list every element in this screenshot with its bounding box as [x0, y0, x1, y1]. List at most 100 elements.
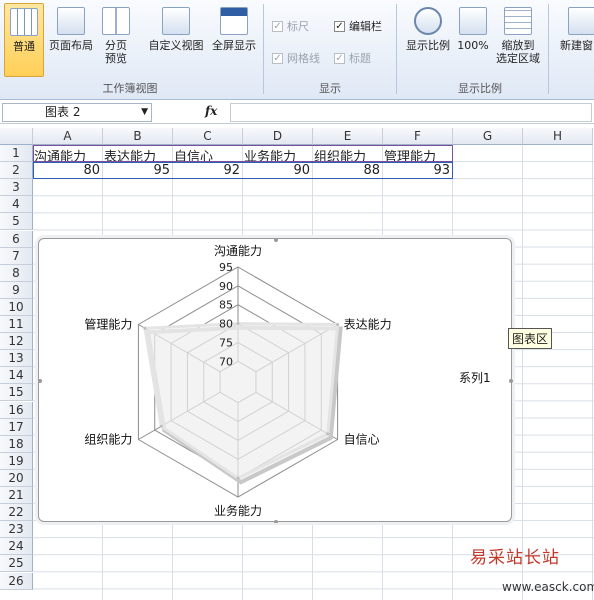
custom-views-icon: [162, 7, 190, 35]
series-point: [336, 323, 340, 326]
row-header[interactable]: 24: [0, 538, 33, 556]
axis-tick-label: 80: [219, 318, 233, 331]
check-icon: ✓: [334, 52, 345, 64]
row-header[interactable]: 21: [0, 487, 33, 505]
watermark-text: 易采站长站: [470, 548, 560, 568]
column-header[interactable]: H: [523, 128, 593, 145]
zoom-button[interactable]: 显示比例: [400, 7, 456, 52]
gridlines-checkbox[interactable]: ✓ 网格线: [272, 50, 320, 66]
ribbon: 普通 页面布局 分页 预览 自定义视图 全屏显示 工作簿视图 ✓ 标尺 ✓ 编辑…: [0, 0, 594, 100]
new-window-button[interactable]: 新建窗口: [552, 7, 594, 52]
fx-icon[interactable]: fx: [205, 104, 217, 118]
category-label: 沟通能力: [214, 244, 262, 258]
headings-checkbox[interactable]: ✓ 标题: [334, 50, 371, 66]
category-label: 自信心: [344, 433, 380, 447]
category-label: 业务能力: [214, 503, 262, 518]
select-all-corner[interactable]: [0, 128, 33, 145]
series-area: [143, 322, 340, 480]
row-header[interactable]: 10: [0, 298, 33, 316]
row-header[interactable]: 13: [0, 350, 33, 368]
axis-tick-label: 85: [219, 299, 233, 312]
row-header[interactable]: 15: [0, 384, 33, 402]
formula-bar: 图表 2 ▼ fx: [0, 102, 594, 124]
resize-handle: [509, 379, 513, 383]
name-box[interactable]: 图表 2 ▼: [2, 103, 152, 122]
zoom-to-selection-button[interactable]: 缩放到 选定区域: [492, 7, 544, 65]
normal-view-button[interactable]: 普通: [4, 3, 44, 77]
series-point: [236, 476, 240, 480]
row-header[interactable]: 11: [0, 316, 33, 334]
resize-handle: [38, 379, 42, 383]
page-layout-button[interactable]: 页面布局: [46, 7, 96, 52]
zoom-group-label: 显示比例: [458, 82, 502, 95]
row-header[interactable]: 17: [0, 418, 33, 436]
axis-tick-label: 90: [219, 280, 233, 293]
ruler-checkbox[interactable]: ✓ 标尺: [272, 18, 309, 34]
column-header[interactable]: D: [243, 128, 313, 145]
row-header[interactable]: 26: [0, 572, 33, 590]
ribbon-separator: [396, 4, 397, 94]
zoom-selection-icon: [504, 7, 532, 35]
zoom-100-button[interactable]: 100%: [455, 7, 491, 52]
chevron-down-icon[interactable]: ▼: [141, 104, 148, 121]
page-layout-icon: [57, 7, 85, 35]
row-header[interactable]: 3: [0, 179, 33, 197]
row-header[interactable]: 14: [0, 367, 33, 385]
workbook-views-group-label: 工作簿视图: [102, 82, 158, 95]
column-header[interactable]: E: [313, 128, 383, 145]
chart-area[interactable]: 70 75 80 85 90 95 沟通能力 表达能力 自信心 业务能力 组织能力 管理能力 系列1: [38, 238, 513, 524]
column-header[interactable]: G: [453, 128, 523, 145]
formula-input[interactable]: [230, 103, 592, 122]
full-screen-icon: [220, 7, 248, 35]
normal-view-icon: [10, 8, 38, 36]
row-header[interactable]: 7: [0, 247, 33, 265]
column-header[interactable]: A: [33, 128, 103, 145]
series-point: [236, 322, 240, 326]
show-group-label: 显示: [319, 82, 341, 95]
column-header[interactable]: C: [173, 128, 243, 145]
page-break-icon: [102, 7, 130, 35]
row-header[interactable]: 19: [0, 452, 33, 470]
category-label: 组织能力: [84, 433, 132, 447]
row-header[interactable]: 25: [0, 555, 33, 573]
series-point: [326, 432, 330, 436]
row-header[interactable]: 22: [0, 504, 33, 522]
values-range-highlight: [33, 162, 453, 180]
row-header[interactable]: 1: [0, 145, 33, 163]
radar-chart: 70 75 80 85 90 95 沟通能力表达能力自信心业务能力 组织能力 管理能力系列1: [38, 238, 513, 524]
ribbon-separator: [548, 4, 549, 94]
chart-area-tooltip: 图表区: [508, 328, 553, 349]
row-header[interactable]: 2: [0, 162, 33, 180]
column-header[interactable]: F: [383, 128, 453, 145]
category-range-highlight: [33, 145, 453, 163]
row-header[interactable]: 8: [0, 264, 33, 282]
column-header[interactable]: B: [103, 128, 173, 145]
magnifier-icon: [414, 7, 442, 35]
series-point: [143, 326, 147, 330]
category-label: 表达能力: [344, 318, 392, 332]
check-icon: ✓: [272, 52, 283, 64]
row-header[interactable]: 5: [0, 213, 33, 231]
page-break-preview-button[interactable]: 分页 预览: [98, 7, 134, 65]
row-header[interactable]: 4: [0, 196, 33, 214]
row-header[interactable]: 20: [0, 469, 33, 487]
formula-bar-checkbox[interactable]: ✓ 编辑栏: [334, 18, 382, 34]
watermark-url: www.easck.com: [502, 580, 594, 594]
row-header[interactable]: 12: [0, 333, 33, 351]
full-screen-button[interactable]: 全屏显示: [208, 7, 260, 52]
axis-tick-label: 75: [219, 336, 233, 349]
row-header[interactable]: 23: [0, 521, 33, 539]
check-icon: ✓: [272, 20, 283, 32]
check-icon: ✓: [334, 20, 345, 32]
row-header[interactable]: 6: [0, 230, 33, 248]
page-100-icon: [459, 7, 487, 35]
row-header[interactable]: 16: [0, 401, 33, 419]
resize-handle: [274, 238, 278, 242]
ribbon-separator: [263, 4, 264, 94]
resize-handle: [274, 520, 278, 524]
row-header[interactable]: 18: [0, 435, 33, 453]
row-header[interactable]: 9: [0, 281, 33, 299]
series-point: [159, 424, 163, 428]
axis-tick-label: 95: [219, 261, 233, 274]
custom-views-button[interactable]: 自定义视图: [145, 7, 207, 52]
